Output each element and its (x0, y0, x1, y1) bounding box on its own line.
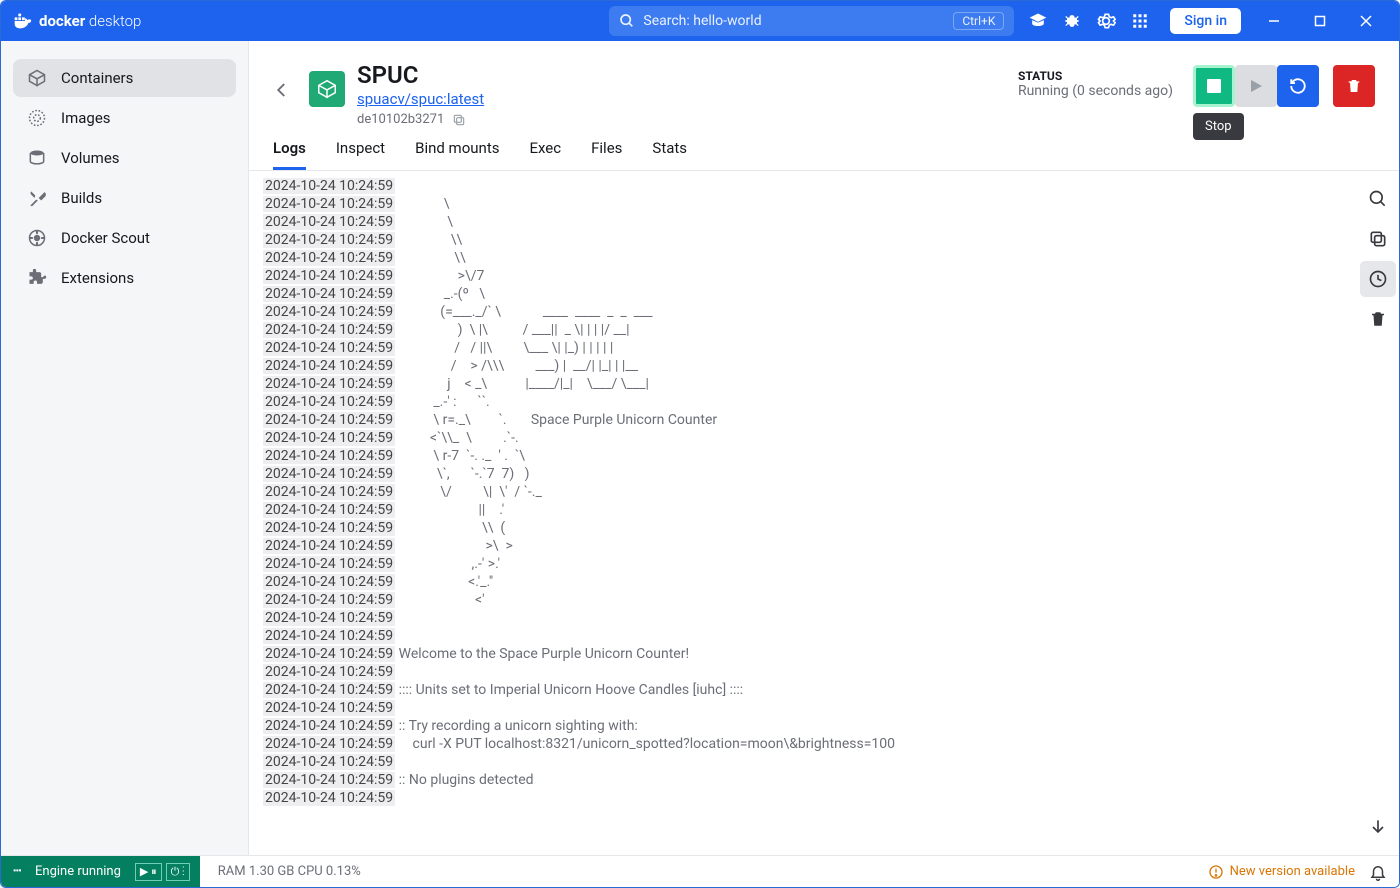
sidebar-item-builds[interactable]: Builds (13, 179, 236, 217)
apps-icon[interactable] (1130, 11, 1150, 31)
sidebar-item-label: Extensions (61, 269, 134, 287)
log-output[interactable]: 2024-10-24 10:24:59 2024-10-24 10:24:59 … (249, 171, 1357, 855)
sidebar-item-extensions[interactable]: Extensions (13, 259, 236, 297)
resource-stats: RAM 1.30 GB CPU 0.13% (218, 864, 361, 879)
stop-tooltip: Stop (1193, 113, 1244, 140)
new-version-link[interactable]: New version available (1208, 864, 1355, 880)
notifications-button[interactable] (1369, 863, 1387, 881)
status-bar: Engine running ▶ ⏸ ⏻ ⋮ RAM 1.30 GB CPU 0… (1, 855, 1399, 887)
log-copy-button[interactable] (1360, 221, 1396, 257)
tab-logs[interactable]: Logs (273, 139, 306, 170)
container-cube-icon (309, 71, 345, 107)
docker-small-icon (11, 864, 27, 880)
sidebar-item-volumes[interactable]: Volumes (13, 139, 236, 177)
status-label: STATUS (1018, 69, 1173, 83)
tab-exec[interactable]: Exec (529, 139, 561, 170)
tab-bind-mounts[interactable]: Bind mounts (415, 139, 499, 170)
search-input[interactable] (643, 13, 945, 29)
log-scroll-bottom-button[interactable] (1360, 809, 1396, 845)
log-timestamp-button[interactable] (1360, 261, 1396, 297)
engine-play-pause[interactable]: ▶ ⏸ (135, 863, 162, 881)
containers-icon (27, 68, 47, 88)
tab-stats[interactable]: Stats (652, 139, 687, 170)
status-value: Running (0 seconds ago) (1018, 83, 1173, 99)
log-search-button[interactable] (1360, 181, 1396, 217)
log-toolbar (1357, 171, 1399, 855)
gear-icon[interactable] (1096, 11, 1116, 31)
scout-icon (27, 228, 47, 248)
container-name: SPUC (357, 61, 484, 89)
sidebar: Containers Images Volumes Builds Docker … (1, 41, 249, 855)
bug-icon[interactable] (1062, 11, 1082, 31)
container-id: de10102b3271 (357, 112, 444, 127)
sidebar-item-label: Builds (61, 189, 102, 207)
delete-button[interactable] (1333, 65, 1375, 107)
sidebar-item-containers[interactable]: Containers (13, 59, 236, 97)
engine-status[interactable]: Engine running ▶ ⏸ ⏻ ⋮ (1, 856, 200, 887)
extensions-icon (27, 268, 47, 288)
builds-icon (27, 188, 47, 208)
container-image-link[interactable]: spuacv/spuc:latest (357, 90, 484, 108)
back-button[interactable] (267, 75, 297, 105)
search-bar[interactable]: Ctrl+K (609, 6, 1014, 36)
sign-in-button[interactable]: Sign in (1170, 8, 1241, 34)
stop-button[interactable] (1193, 65, 1235, 107)
search-icon (619, 13, 635, 29)
tab-files[interactable]: Files (591, 139, 622, 170)
sidebar-item-scout[interactable]: Docker Scout (13, 219, 236, 257)
sidebar-item-label: Volumes (61, 149, 120, 167)
container-header: SPUC spuacv/spuc:latest de10102b3271 STA… (249, 41, 1399, 127)
sidebar-item-images[interactable]: Images (13, 99, 236, 137)
volumes-icon (27, 148, 47, 168)
images-icon (27, 108, 47, 128)
academy-icon[interactable] (1028, 11, 1048, 31)
engine-power[interactable]: ⏻ ⋮ (166, 863, 190, 881)
sidebar-item-label: Docker Scout (61, 229, 150, 247)
restart-button[interactable] (1277, 65, 1319, 107)
start-button (1235, 65, 1277, 107)
info-icon (1208, 864, 1224, 880)
window-maximize[interactable] (1297, 6, 1343, 36)
docker-icon (11, 10, 33, 32)
copy-icon[interactable] (452, 113, 466, 127)
window-minimize[interactable] (1251, 6, 1297, 36)
sidebar-item-label: Containers (61, 69, 133, 87)
search-shortcut: Ctrl+K (953, 12, 1004, 30)
window-close[interactable] (1343, 6, 1389, 36)
log-clear-button[interactable] (1360, 301, 1396, 337)
app-logo: docker desktop (11, 10, 141, 32)
sidebar-item-label: Images (61, 109, 111, 127)
tab-inspect[interactable]: Inspect (336, 139, 385, 170)
title-bar: docker desktop Ctrl+K Sign in (1, 1, 1399, 41)
